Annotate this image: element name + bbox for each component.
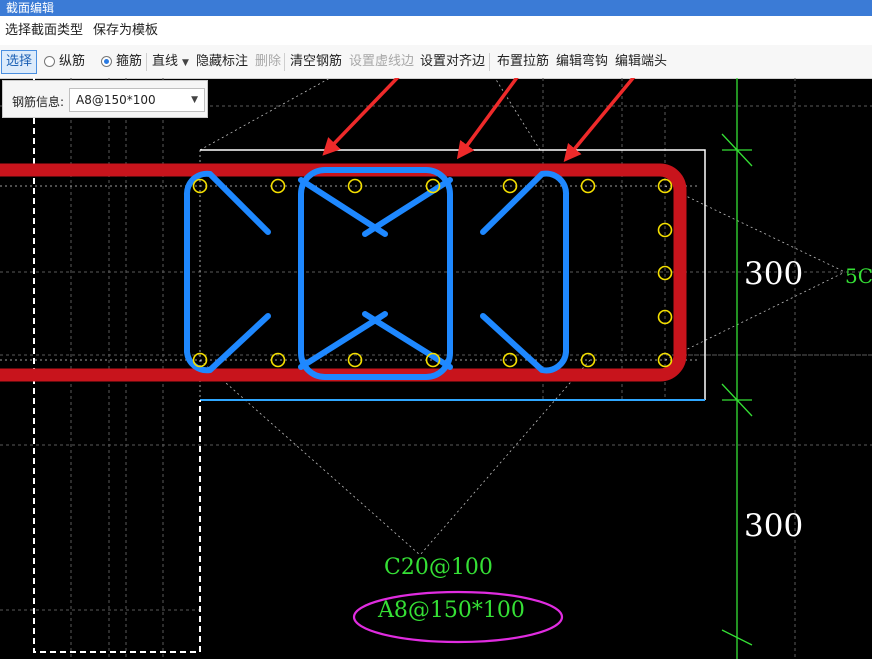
set-align-edge-button[interactable]: 设置对齐边 — [420, 52, 485, 72]
chevron-down-icon: ▼ — [182, 58, 189, 68]
toolbar-separator — [146, 53, 147, 71]
edit-end-button[interactable]: 编辑端头 — [615, 52, 667, 72]
line-mode-label: 直线 — [152, 54, 179, 69]
place-tie-button[interactable]: 布置拉筋 — [497, 52, 549, 72]
stirrup-rebar-label: A8@150*100 — [378, 598, 525, 623]
window-title: 截面编辑 — [0, 0, 872, 16]
menu-bar: 选择截面类型 保存为模板 — [0, 16, 872, 46]
dimension-right-partial: 5C — [845, 264, 872, 288]
set-virtual-edge-button[interactable]: 设置虚线边 — [349, 52, 414, 72]
line-mode-dropdown[interactable]: 直线 ▼ — [152, 52, 189, 72]
radio-longitudinal-label: 纵筋 — [59, 54, 86, 69]
dimension-300-bottom: 300 — [744, 508, 804, 544]
rebar-info-value: A8@150*100 — [76, 93, 156, 107]
toolbar-separator — [489, 53, 490, 71]
edit-hook-button[interactable]: 编辑弯钩 — [556, 52, 608, 72]
dimension-line — [721, 78, 753, 659]
clear-rebar-button[interactable]: 清空钢筋 — [290, 52, 342, 72]
rebar-info-combobox[interactable]: A8@150*100 ▼ — [69, 88, 205, 112]
toolbar-separator — [284, 53, 285, 71]
dimension-300-top: 300 — [744, 256, 804, 292]
chevron-down-icon: ▼ — [191, 95, 198, 105]
delete-button[interactable]: 删除 — [255, 52, 281, 72]
menu-save-as-template[interactable]: 保存为模板 — [88, 16, 163, 45]
rebar-info-panel: 钢筋信息: A8@150*100 ▼ — [2, 80, 208, 118]
hide-label-button[interactable]: 隐藏标注 — [196, 52, 248, 72]
radio-stirrup[interactable]: 箍筋 — [101, 52, 142, 72]
radio-off-icon — [44, 56, 55, 67]
menu-select-section-type[interactable]: 选择截面类型 — [0, 16, 88, 45]
radio-stirrup-label: 箍筋 — [116, 54, 143, 69]
select-button[interactable]: 选择 — [1, 50, 38, 74]
tie-rebar-label: C20@100 — [384, 555, 493, 580]
rebar-info-label: 钢筋信息: — [12, 95, 65, 109]
annotation-arrows — [322, 78, 636, 163]
tie-bars — [183, 167, 570, 380]
rebar-dots — [192, 178, 673, 368]
toolbar: 选择 纵筋 箍筋 直线 ▼ 隐藏标注 删除 清空钢筋 设置虚线边 设置对齐边 布置… — [0, 45, 872, 79]
radio-on-icon — [101, 56, 112, 67]
radio-longitudinal[interactable]: 纵筋 — [44, 52, 85, 72]
